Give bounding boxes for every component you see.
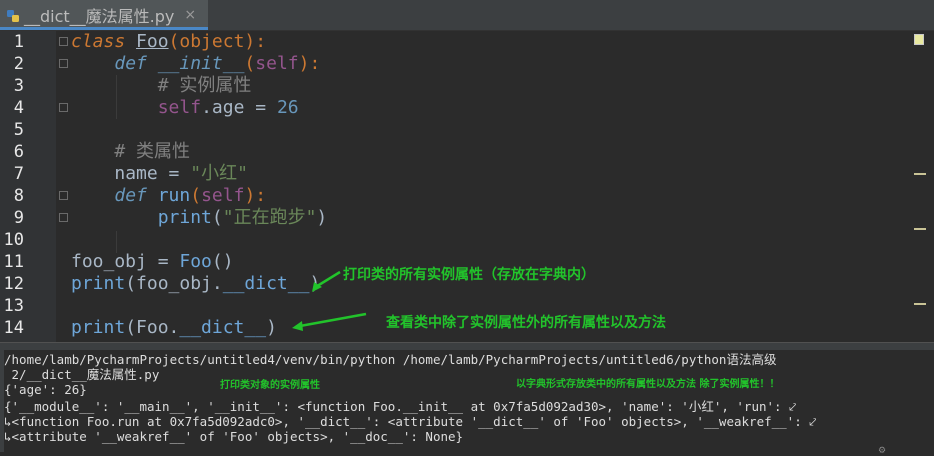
code-line: 8 def run(self): xyxy=(0,185,934,207)
file-tab-label: __dict__魔法属性.py xyxy=(24,7,175,26)
line-number: 12 xyxy=(3,274,24,294)
line-number: 13 xyxy=(3,296,24,316)
variable-name: foo_obj xyxy=(71,251,147,272)
console-output-line: {'age': 26} xyxy=(4,382,87,397)
line-number: 1 xyxy=(13,32,24,52)
code-line: 10 xyxy=(0,229,934,251)
file-tab[interactable]: __dict__魔法属性.py × xyxy=(0,0,208,30)
settings-icon[interactable]: ⚙ xyxy=(878,446,886,456)
keyword: def xyxy=(114,185,147,206)
line-number: 4 xyxy=(13,98,24,118)
class-name: Foo xyxy=(179,251,212,272)
self-keyword: self xyxy=(201,185,245,206)
function-name: __init__ xyxy=(157,53,245,74)
scroll-marker[interactable] xyxy=(914,173,926,175)
code-text: (object): xyxy=(168,31,267,52)
console-output-line: ↳<function Foo.run at 0x7fa5d092adc0>, '… xyxy=(4,414,817,429)
string-literal: "正在跑步" xyxy=(222,207,317,228)
code-text: = xyxy=(146,251,180,272)
run-console[interactable]: /home/lamb/PycharmProjects/untitled4/ven… xyxy=(0,350,934,456)
keyword: class xyxy=(71,31,126,52)
comment: # 实例属性 xyxy=(157,75,252,96)
code-line: 9 print("正在跑步") xyxy=(0,207,934,229)
editor-tab-bar: __dict__魔法属性.py × xyxy=(0,0,934,31)
builtin-function: print xyxy=(71,317,126,338)
line-number: 11 xyxy=(3,252,24,272)
code-line: 1 class Foo(object): xyxy=(0,31,934,53)
line-number: 7 xyxy=(13,164,24,184)
code-text: (Foo. xyxy=(125,317,180,338)
number-literal: 26 xyxy=(276,97,299,118)
line-number: 3 xyxy=(13,76,24,96)
code-text: .age xyxy=(201,97,245,118)
code-text: ) xyxy=(316,207,328,228)
code-text: = xyxy=(157,163,191,184)
code-text: = xyxy=(244,97,277,118)
keyword: def xyxy=(114,53,147,74)
class-name: Foo xyxy=(136,31,169,52)
code-line: 5 xyxy=(0,119,934,141)
builtin-function: print xyxy=(157,207,212,228)
code-line: 7 name = "小红" xyxy=(0,163,934,185)
code-editor[interactable]: 1 class Foo(object): 2 def __init__(self… xyxy=(0,31,934,343)
variable-name: name xyxy=(114,163,158,184)
line-number: 5 xyxy=(13,120,24,140)
self-keyword: self xyxy=(157,97,202,118)
string-literal: "小红" xyxy=(190,163,248,184)
editor-scrollbar[interactable] xyxy=(910,31,934,343)
dunder-attribute: __dict__ xyxy=(179,317,267,338)
scroll-marker[interactable] xyxy=(914,303,926,305)
annotation-instance-output: 打印类对象的实例属性 xyxy=(220,380,320,391)
code-text: ) xyxy=(309,273,321,294)
code-text: ): xyxy=(298,53,321,74)
line-number: 6 xyxy=(13,142,24,162)
code-line: 3 # 实例属性 xyxy=(0,75,934,97)
console-output-line: 2/__dict__魔法属性.py xyxy=(4,367,160,382)
annotation-class-attrs: 查看类中除了实例属性外的所有属性以及方法 xyxy=(386,315,666,331)
annotation-dict-output: 以字典形式存放类中的所有属性以及方法 除了实例属性！！ xyxy=(516,379,780,390)
inspection-status-icon[interactable] xyxy=(914,34,924,45)
close-icon[interactable]: × xyxy=(184,7,196,23)
line-number: 10 xyxy=(3,230,24,250)
annotation-instance-attrs: 打印类的所有实例属性（存放在字典内） xyxy=(343,267,595,283)
line-number: 8 xyxy=(13,186,24,206)
code-line: 6 # 类属性 xyxy=(0,141,934,163)
code-text: ( xyxy=(211,207,223,228)
code-text: ): xyxy=(244,185,267,206)
line-number: 9 xyxy=(13,208,24,228)
console-output-line: ↳<attribute '__weakref__' of 'Foo' objec… xyxy=(4,429,464,444)
python-file-icon xyxy=(6,8,20,22)
code-text: ) xyxy=(266,317,277,338)
self-keyword: self xyxy=(255,53,299,74)
console-output-line: /home/lamb/PycharmProjects/untitled4/ven… xyxy=(4,352,777,367)
active-tab-indicator xyxy=(0,27,208,30)
line-number: 14 xyxy=(3,318,24,338)
console-output-line: {'__module__': '__main__', '__init__': <… xyxy=(4,399,797,414)
code-line: 2 def __init__(self): xyxy=(0,53,934,75)
scroll-marker[interactable] xyxy=(914,228,926,230)
line-number: 2 xyxy=(13,54,24,74)
code-text: () xyxy=(211,251,234,272)
code-text: (foo_obj. xyxy=(125,273,223,294)
code-line: 4 self.age = 26 xyxy=(0,97,934,119)
function-name: run xyxy=(157,185,191,206)
builtin-function: print xyxy=(71,273,126,294)
dunder-attribute: __dict__ xyxy=(222,273,310,294)
comment: # 类属性 xyxy=(114,141,191,162)
